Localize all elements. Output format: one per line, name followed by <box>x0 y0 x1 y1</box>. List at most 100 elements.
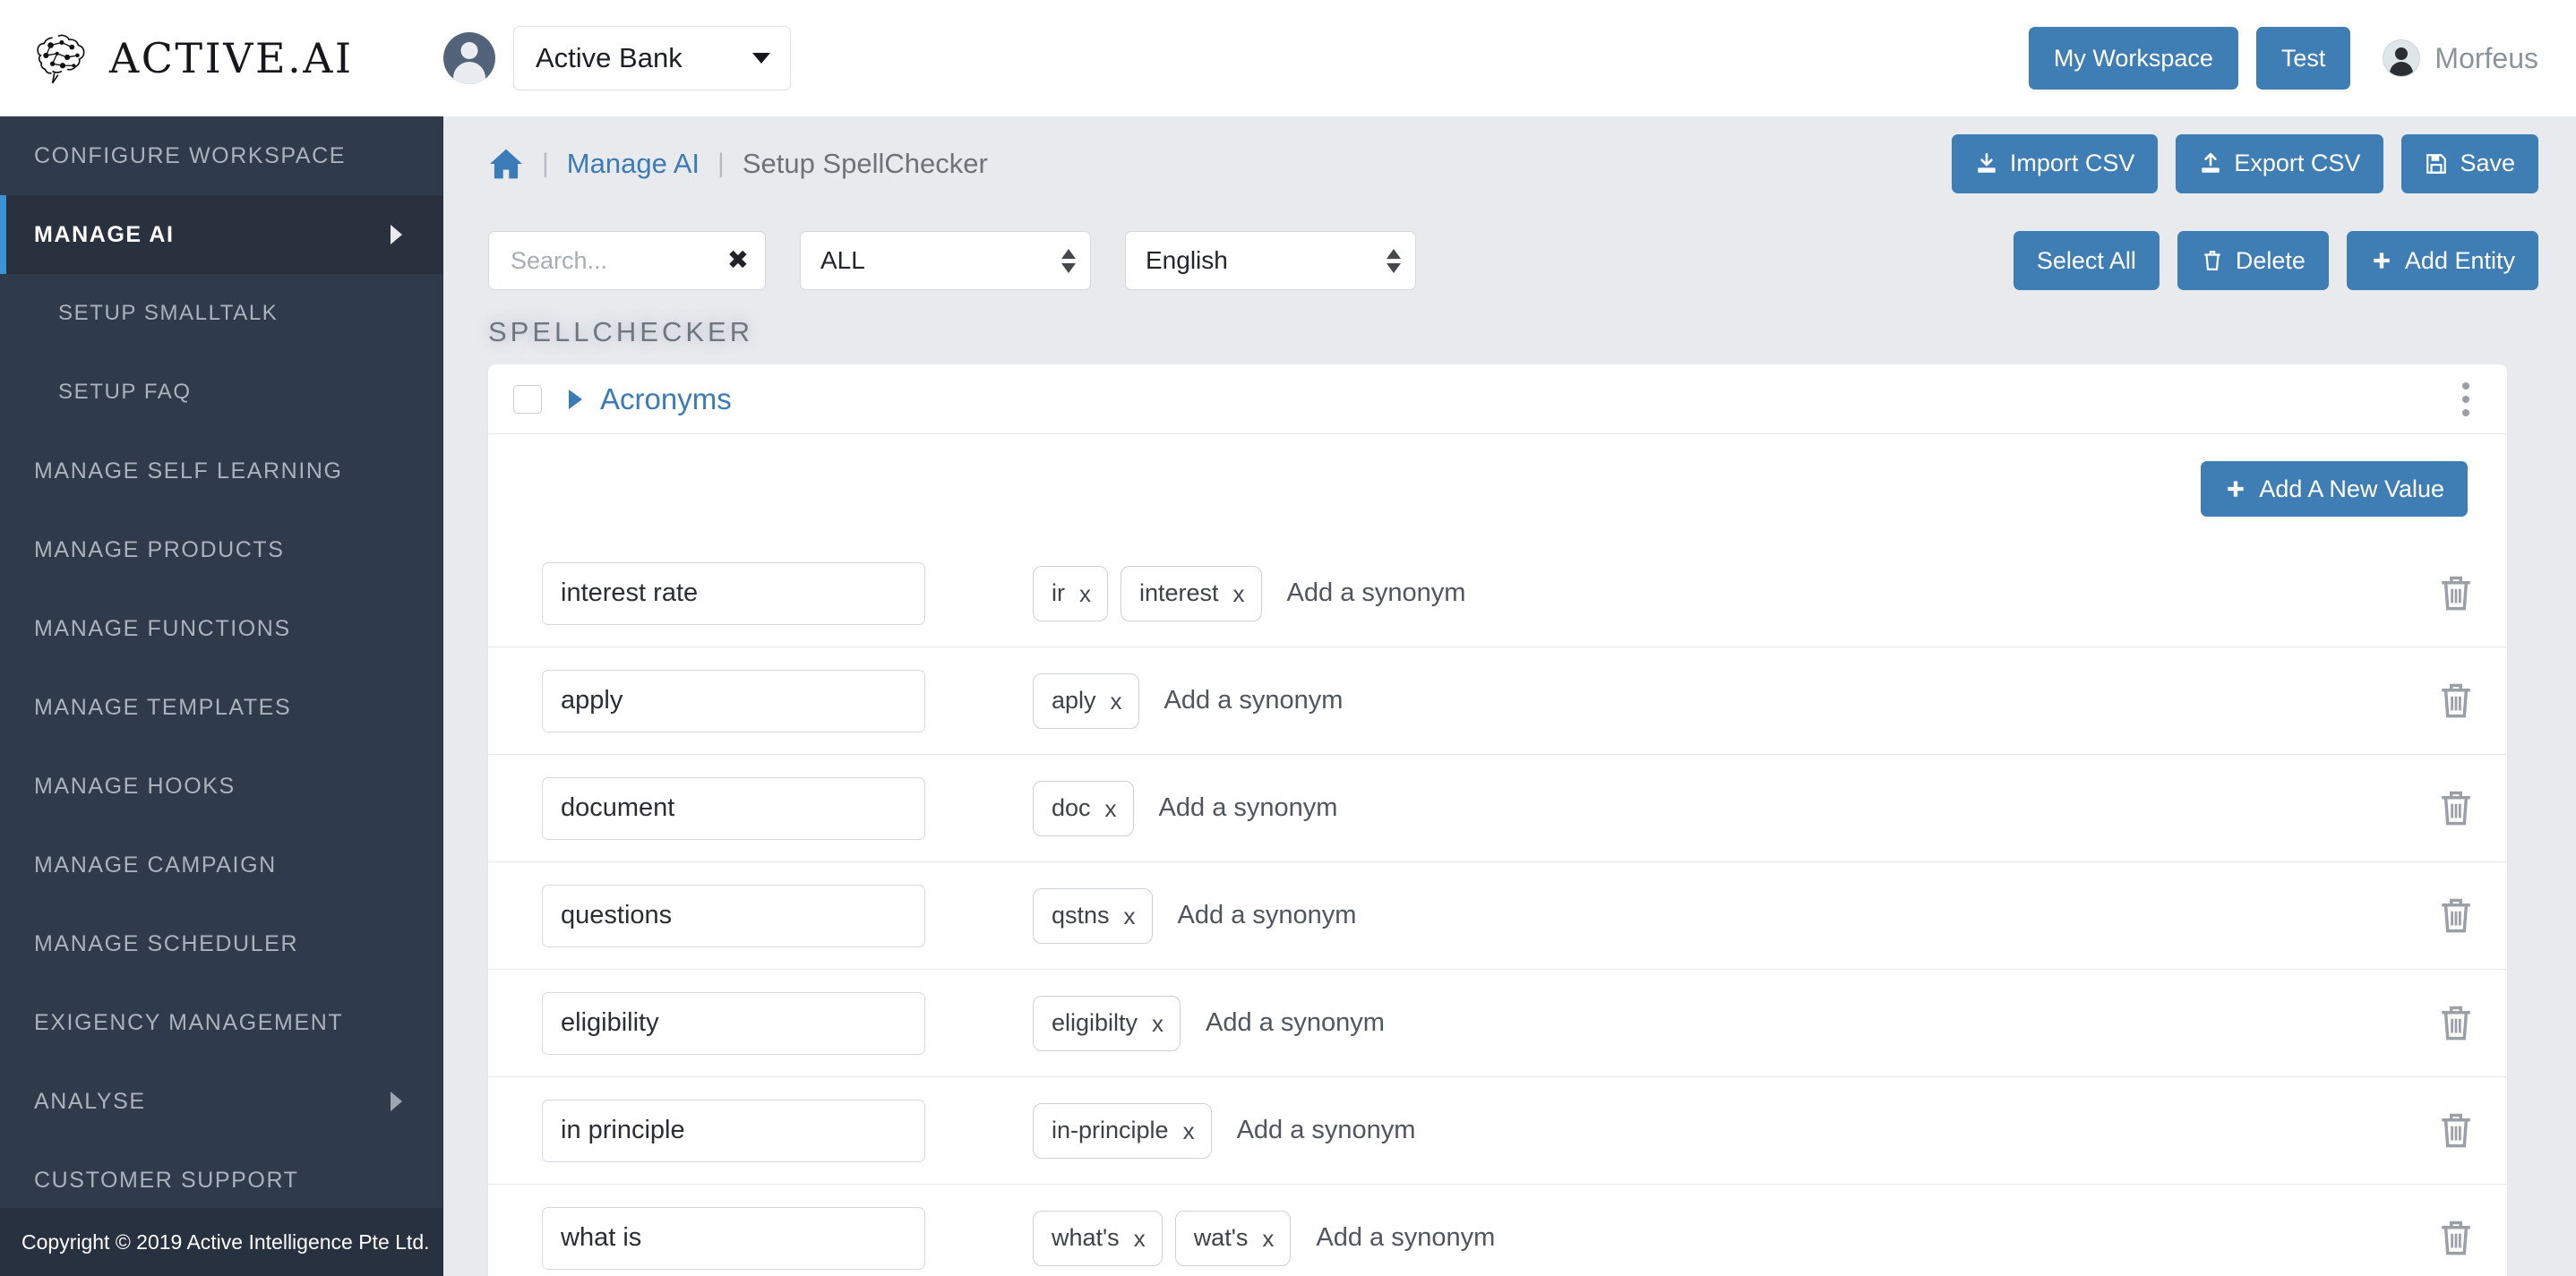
remove-tag-icon[interactable]: x <box>1105 797 1117 820</box>
kebab-menu-icon[interactable] <box>2457 377 2475 422</box>
sidebar-item-label: MANAGE TEMPLATES <box>34 694 292 720</box>
remove-tag-icon[interactable]: x <box>1079 582 1091 605</box>
filter-action-buttons: Select All Delete Add Entity <box>2013 231 2538 290</box>
export-csv-button[interactable]: Export CSV <box>2176 133 2384 193</box>
synonym-tag: interest x <box>1121 565 1262 621</box>
term-input[interactable] <box>542 669 925 732</box>
synonym-tag-area: aply x Add a synonym <box>1033 672 2437 729</box>
term-input[interactable] <box>542 561 925 625</box>
add-synonym-input[interactable]: Add a synonym <box>1316 1223 1495 1253</box>
type-filter-select[interactable]: ALL <box>800 231 1091 290</box>
synonym-row: irxinterestxAdd a synonym <box>488 540 2507 647</box>
sidebar-item-analyse[interactable]: ANALYSE <box>0 1062 443 1141</box>
breadcrumb-current: Setup SpellChecker <box>742 147 988 179</box>
sidebar-item-list: CONFIGURE WORKSPACE MANAGE AI SETUP SMALLT… <box>0 116 443 1220</box>
delete-label: Delete <box>2235 246 2306 274</box>
home-icon[interactable] <box>488 148 524 180</box>
synonym-row-list: irxinterestxAdd a synonymaplyxAdd a syno… <box>488 540 2507 1276</box>
sidebar-item-configure-workspace[interactable]: CONFIGURE WORKSPACE <box>0 116 443 195</box>
add-entity-button[interactable]: Add Entity <box>2346 231 2538 290</box>
sidebar-item-label: MANAGE SCHEDULER <box>34 930 299 956</box>
remove-tag-icon[interactable]: x <box>1124 904 1136 928</box>
synonym-row: what's x wat's x Add a synonym <box>488 1185 2507 1276</box>
spinner-arrows-icon <box>1387 248 1401 273</box>
term-input[interactable] <box>542 1099 925 1162</box>
sidebar-item-manage-products[interactable]: MANAGE PRODUCTS <box>0 510 443 589</box>
row-delete-trash-icon[interactable] <box>2437 1218 2475 1259</box>
breadcrumb-link-manage-ai[interactable]: Manage AI <box>567 148 700 180</box>
sidebar-item-manage-ai[interactable]: MANAGE AI <box>0 195 443 274</box>
import-csv-button[interactable]: Import CSV <box>1951 133 2159 193</box>
add-synonym-input[interactable]: Add a synonym <box>1237 1116 1416 1145</box>
search-box[interactable]: ✖ <box>488 231 766 290</box>
workspace-select[interactable]: Active Bank <box>513 26 791 90</box>
user-circle-icon <box>2383 39 2421 77</box>
sidebar-item-exigency-management[interactable]: EXIGENCY MANAGEMENT <box>0 983 443 1062</box>
term-input[interactable] <box>542 991 925 1055</box>
card-select-checkbox[interactable] <box>513 384 542 414</box>
card-header: Acronyms <box>488 364 2507 434</box>
sidebar-item-setup-smalltalk[interactable]: SETUP SMALLTALK <box>0 274 443 353</box>
synonym-tag: what's x <box>1033 1210 1163 1266</box>
term-input[interactable] <box>542 1206 925 1270</box>
search-input[interactable] <box>509 245 720 276</box>
test-button[interactable]: Test <box>2255 27 2351 90</box>
sidebar-item-manage-templates[interactable]: MANAGE TEMPLATES <box>0 668 443 747</box>
chevron-right-icon <box>391 225 402 244</box>
add-entity-label: Add Entity <box>2404 246 2515 274</box>
row-delete-trash-icon[interactable] <box>2437 895 2475 937</box>
save-button[interactable]: Save <box>2401 133 2538 193</box>
language-filter-select[interactable]: English <box>1125 231 1416 290</box>
copyright-text: Copyright © 2019 Active Intelligence Pte… <box>0 1208 443 1276</box>
card-title[interactable]: Acronyms <box>600 382 732 416</box>
remove-tag-icon[interactable]: x <box>1152 1012 1163 1035</box>
sidebar-item-manage-scheduler[interactable]: MANAGE SCHEDULER <box>0 904 443 983</box>
synonym-tag: wat's x <box>1174 1210 1292 1266</box>
add-synonym-input[interactable]: Add a synonym <box>1287 578 1466 608</box>
row-delete-trash-icon[interactable] <box>2437 1003 2475 1044</box>
remove-tag-icon[interactable]: x <box>1262 1227 1274 1250</box>
sidebar-item-label: SETUP FAQ <box>58 380 192 404</box>
synonym-tag-label: wat's <box>1193 1224 1249 1251</box>
remove-tag-icon[interactable]: x <box>1111 689 1122 713</box>
add-synonym-input[interactable]: Add a synonym <box>1164 686 1344 715</box>
sidebar-item-manage-campaign[interactable]: MANAGE CAMPAIGN <box>0 826 443 904</box>
triangle-right-icon[interactable] <box>569 389 582 409</box>
add-synonym-input[interactable]: Add a synonym <box>1159 793 1338 823</box>
brand-logo-block[interactable]: ACTIVE.AI <box>0 30 443 86</box>
add-synonym-input[interactable]: Add a synonym <box>1178 901 1357 930</box>
remove-tag-icon[interactable]: x <box>1233 582 1245 605</box>
row-delete-trash-icon[interactable] <box>2437 788 2475 829</box>
synonym-tag-area: eligibilty x Add a synonym <box>1033 995 2437 1051</box>
select-all-button[interactable]: Select All <box>2013 231 2160 290</box>
caret-down-icon <box>752 53 770 64</box>
sidebar-item-label: CUSTOMER SUPPORT <box>34 1167 299 1193</box>
remove-tag-icon[interactable]: x <box>1134 1227 1146 1250</box>
sidebar-item-setup-faq[interactable]: SETUP FAQ <box>0 353 443 432</box>
remove-tag-icon[interactable]: x <box>1183 1119 1195 1143</box>
delete-button[interactable]: Delete <box>2177 231 2329 290</box>
sidebar-item-manage-self-learning[interactable]: MANAGE SELF LEARNING <box>0 432 443 510</box>
user-name: Morfeus <box>2434 41 2538 74</box>
synonym-tag: aply x <box>1033 672 1139 729</box>
close-x-icon[interactable]: ✖ <box>727 247 749 274</box>
my-workspace-button[interactable]: My Workspace <box>2028 27 2238 90</box>
user-menu[interactable]: Morfeus <box>2383 39 2538 77</box>
term-input[interactable] <box>542 776 925 840</box>
add-new-value-button[interactable]: Add A New Value <box>2201 461 2468 517</box>
save-label: Save <box>2460 150 2515 176</box>
section-title: SPELLCHECKER <box>488 316 754 347</box>
sidebar-item-manage-hooks[interactable]: MANAGE HOOKS <box>0 747 443 826</box>
row-delete-trash-icon[interactable] <box>2437 1110 2475 1152</box>
row-delete-trash-icon[interactable] <box>2437 573 2475 614</box>
main-content: | Manage AI | Setup SpellChecker Import … <box>443 116 2576 1276</box>
synonym-tag: qstns x <box>1033 887 1153 944</box>
add-synonym-input[interactable]: Add a synonym <box>1206 1008 1385 1038</box>
term-input[interactable] <box>542 884 925 947</box>
breadcrumb: | Manage AI | Setup SpellChecker <box>488 148 988 180</box>
plus-icon <box>2228 481 2245 497</box>
row-delete-trash-icon[interactable] <box>2437 681 2475 722</box>
breadcrumb-separator-2: | <box>717 148 725 178</box>
sidebar-item-manage-functions[interactable]: MANAGE FUNCTIONS <box>0 589 443 668</box>
workspace-selector-block: Active Bank <box>443 26 791 90</box>
